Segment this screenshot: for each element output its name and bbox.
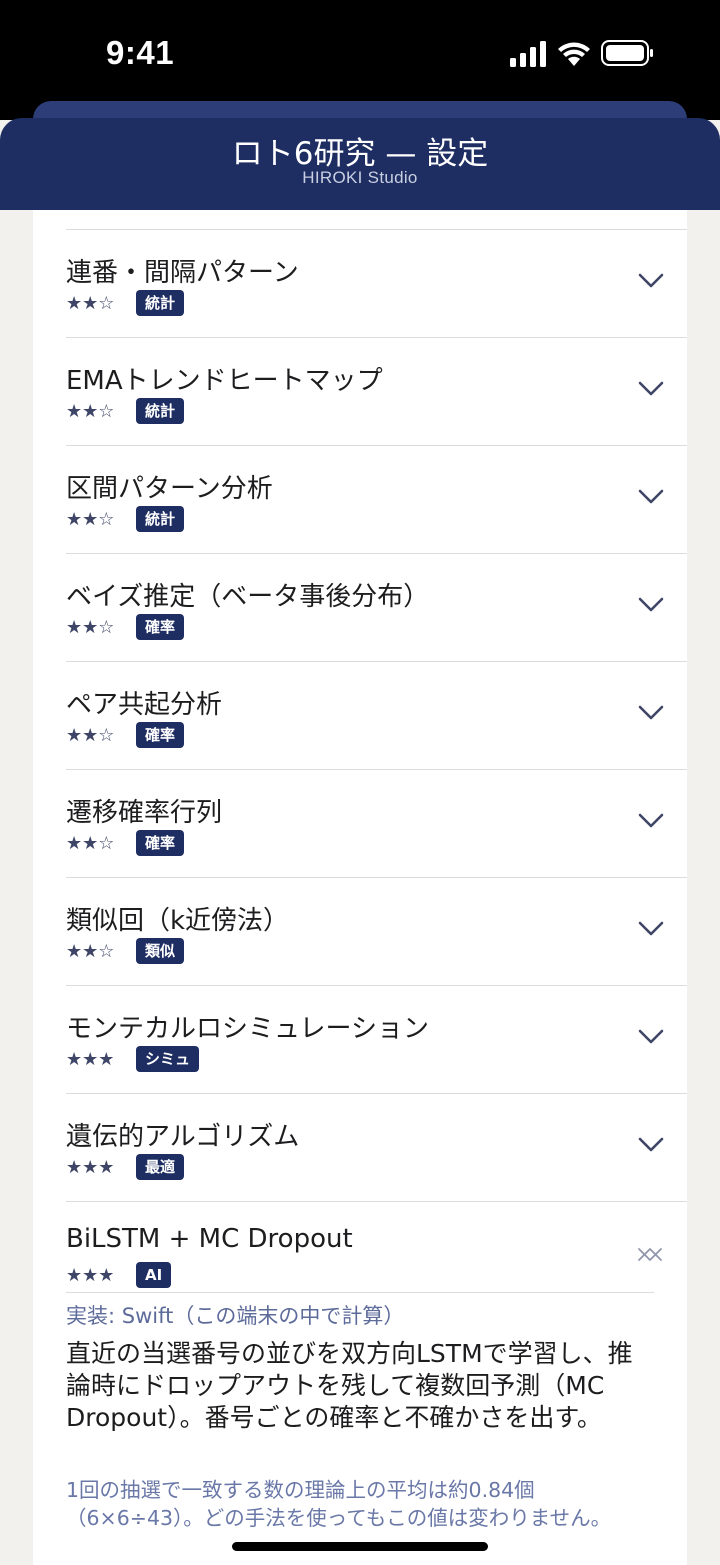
method-meta: ★★☆ 確率 [66,614,185,640]
star-rating: ★★☆ [66,940,115,962]
star-rating: ★★★ [66,1264,115,1286]
page-subtitle: HIROKI Studio [302,168,418,187]
method-item[interactable]: EMAトレンドヒートマップ ★★☆ 統計 [66,337,687,445]
method-meta: ★★★ 最適 [66,1154,185,1180]
category-badge: 確率 [136,614,185,640]
chevron-down-icon[interactable] [637,1022,665,1050]
method-item-expanded[interactable]: BiLSTM + MC Dropout ★★★ AI [66,1201,687,1291]
chevron-down-icon[interactable] [637,266,665,294]
star-rating: ★★☆ [66,616,115,638]
method-description: 直近の当選番号の並びを双方向LSTMで学習し、推論時にドロップアウトを残して複数… [66,1339,633,1432]
method-meta: ★★☆ 統計 [66,290,185,316]
method-meta: ★★☆ 統計 [66,398,185,424]
settings-screen: 9:41 ロト6研究 — 設定 HIROKI Studio 連番・間隔パターン … [0,0,720,1565]
method-title: ペア共起分析 [66,690,223,720]
header: ロト6研究 — 設定 HIROKI Studio [0,118,720,210]
chevron-down-icon[interactable] [637,698,665,726]
method-meta: ★★★ シミュ [66,1046,200,1072]
star-rating: ★★☆ [66,832,115,854]
category-badge: 統計 [136,398,185,424]
category-badge: 統計 [136,506,185,532]
category-badge: 類似 [136,938,185,964]
expected-value-note: 1回の抽選で一致する数の理論上の平均は約0.84個（6×6÷43）。どの手法を使… [66,1478,612,1530]
method-title: 類似回（k近傍法） [66,906,290,936]
chevron-down-icon[interactable] [637,482,665,510]
method-meta: ★★☆ 統計 [66,506,185,532]
method-item[interactable]: ペア共起分析 ★★☆ 確率 [66,661,687,769]
method-title: ベイズ推定（ベータ事後分布） [66,582,430,612]
home-indicator[interactable] [232,1542,488,1551]
status-icons [510,40,653,67]
method-item[interactable]: 連番・間隔パターン ★★☆ 統計 [66,229,687,337]
method-title: 遺伝的アルゴリズム [66,1122,300,1152]
category-badge: シミュ [136,1046,200,1072]
category-badge: 最適 [136,1154,185,1180]
method-item[interactable]: 遷移確率行列 ★★☆ 確率 [66,769,687,877]
method-title: 区間パターン分析 [66,474,273,504]
star-rating: ★★☆ [66,400,115,422]
page-title: ロト6研究 — 設定 [231,136,489,172]
method-item[interactable]: 類似回（k近傍法） ★★☆ 類似 [66,877,687,985]
method-title: 遷移確率行列 [66,798,223,828]
star-rating: ★★★ [66,1156,115,1178]
chevron-down-icon[interactable] [637,590,665,618]
category-badge: 統計 [136,290,185,316]
method-title: 連番・間隔パターン [66,258,299,288]
chevron-down-icon[interactable] [637,1130,665,1158]
method-item[interactable]: ベイズ推定（ベータ事後分布） ★★☆ 確率 [66,553,687,661]
star-rating: ★★★ [66,1048,115,1070]
star-rating: ★★☆ [66,508,115,530]
close-icon[interactable] [635,1244,665,1266]
method-title: モンテカルロシミュレーション [66,1014,429,1044]
method-meta: ★★★ AI [66,1262,172,1288]
category-badge: 確率 [136,722,185,748]
method-meta: ★★☆ 類似 [66,938,185,964]
method-item[interactable]: 区間パターン分析 ★★☆ 統計 [66,445,687,553]
chevron-down-icon[interactable] [637,914,665,942]
method-title: BiLSTM + MC Dropout [66,1224,353,1254]
chevron-down-icon[interactable] [637,374,665,402]
divider [66,1292,654,1293]
cellular-signal-icon [510,41,546,67]
chevron-down-icon[interactable] [637,806,665,834]
battery-icon [601,40,653,66]
method-meta: ★★☆ 確率 [66,722,185,748]
status-time: 9:41 [106,34,175,71]
method-title: EMAトレンドヒートマップ [66,366,383,396]
star-rating: ★★☆ [66,724,115,746]
method-item[interactable]: モンテカルロシミュレーション ★★★ シミュ [66,985,687,1093]
implementation-label: 実装: Swift（この端末の中で計算） [66,1304,405,1328]
wifi-icon [558,42,590,66]
method-item[interactable]: 遺伝的アルゴリズム ★★★ 最適 [66,1093,687,1201]
category-badge: AI [136,1262,172,1288]
method-meta: ★★☆ 確率 [66,830,185,856]
star-rating: ★★☆ [66,292,115,314]
category-badge: 確率 [136,830,185,856]
